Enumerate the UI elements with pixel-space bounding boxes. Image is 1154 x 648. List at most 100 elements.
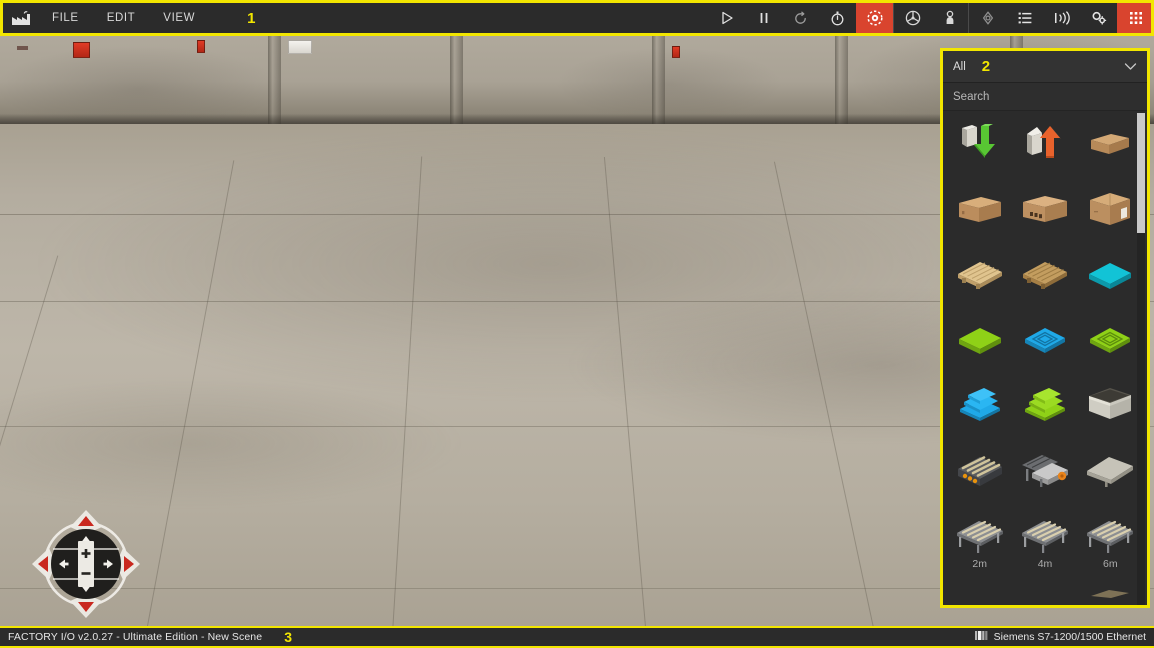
- wall-mark: [17, 46, 28, 50]
- wood-pallet-dark-icon: [1017, 250, 1073, 298]
- floor-seam: [136, 160, 234, 626]
- cardboard-box-vented-icon: [1017, 185, 1073, 233]
- palette-item-box-small[interactable]: [1078, 117, 1143, 182]
- app-info-text: FACTORY I/O v2.0.27 - Ultimate Edition -…: [8, 631, 263, 643]
- palette-item-partial[interactable]: [947, 572, 1012, 605]
- palette-item-pallet-green-nested[interactable]: [1078, 312, 1143, 377]
- palette-item-roller-table-6m[interactable]: 6m: [1078, 507, 1143, 572]
- timescale-button[interactable]: [819, 0, 856, 36]
- palette-item-label: 4m: [1037, 558, 1053, 570]
- wood-pallet-light-icon: [952, 250, 1008, 298]
- roller-conveyor-icon: [952, 445, 1008, 493]
- belt-conveyor-motor-icon: [1017, 445, 1073, 493]
- palette-item-pallet-stack-green[interactable]: [1012, 377, 1077, 442]
- plastic-pallet-cyan-icon: [1082, 250, 1138, 298]
- fire-extinguisher-box: [672, 46, 680, 58]
- toolbar: [708, 0, 1154, 36]
- flat-plate-icon: [1082, 445, 1138, 493]
- plastic-pallet-green-nested-icon: [1082, 315, 1138, 363]
- wall-pillar: [450, 36, 463, 124]
- palette-items-grid: 2m 4m 6m: [943, 111, 1147, 605]
- drivers-button[interactable]: [1080, 0, 1117, 36]
- navigation-gizmo[interactable]: [26, 504, 140, 618]
- palette-scrollbar-thumb[interactable]: [1137, 113, 1145, 233]
- floor-seam: [388, 156, 422, 626]
- palette-items-scroll-area[interactable]: 2m 4m 6m: [943, 111, 1147, 605]
- palette-item-remover[interactable]: [1012, 117, 1077, 182]
- palette-item-partial[interactable]: [1012, 572, 1077, 605]
- palette-item-label: 6m: [1103, 558, 1118, 570]
- roller-table-icon: [1082, 510, 1138, 558]
- palette-item-flat-plate[interactable]: [1078, 442, 1143, 507]
- palette-item-pallet-cyan[interactable]: [1078, 247, 1143, 312]
- palette-item-pallet-green[interactable]: [947, 312, 1012, 377]
- palette-panel: All 2 Search 2m 4m 6m: [940, 48, 1150, 608]
- palette-item-partial[interactable]: [1078, 572, 1143, 605]
- palette-item-pallet-dark[interactable]: [1012, 247, 1077, 312]
- palette-scrollbar[interactable]: [1137, 113, 1145, 605]
- scene-list-button[interactable]: [1006, 0, 1043, 36]
- play-button[interactable]: [708, 0, 745, 36]
- wall-panel: [288, 40, 312, 54]
- cardboard-box-medium-icon: [952, 185, 1008, 233]
- plastic-crate-icon: [1082, 380, 1138, 428]
- pallet-stack-green-icon: [1017, 380, 1073, 428]
- palette-toggle-button[interactable]: [1117, 0, 1154, 36]
- floor-seam: [603, 156, 651, 626]
- io-signals-button[interactable]: [1043, 0, 1080, 36]
- menu-file[interactable]: FILE: [38, 0, 93, 36]
- fire-extinguisher-box: [197, 40, 205, 53]
- roller-table-icon: [1017, 510, 1073, 558]
- cardboard-box-small-icon: [1082, 120, 1138, 168]
- driver-name-text: Siemens S7-1200/1500 Ethernet: [993, 631, 1146, 643]
- palette-item-crate-plastic[interactable]: [1078, 377, 1143, 442]
- remover-orange-arrow-icon: [1017, 120, 1073, 168]
- menu-edit[interactable]: EDIT: [93, 0, 150, 36]
- cardboard-box-large-icon: [1082, 185, 1138, 233]
- palette-item-belt-conveyor[interactable]: [1012, 442, 1077, 507]
- palette-item-emitter[interactable]: [947, 117, 1012, 182]
- palette-filter-label: All: [953, 60, 966, 73]
- fire-extinguisher-box: [73, 42, 90, 58]
- wall-pillar: [835, 36, 848, 124]
- search-input[interactable]: Search: [943, 83, 1147, 111]
- driver-signal-icon: [974, 628, 988, 646]
- palette-filter-dropdown[interactable]: All 2: [943, 51, 1147, 83]
- chevron-down-icon: [1124, 58, 1137, 76]
- menu-view[interactable]: VIEW: [149, 0, 209, 36]
- palette-item-box-vented[interactable]: [1012, 182, 1077, 247]
- pallet-stack-blue-icon: [952, 380, 1008, 428]
- floor-seam: [773, 161, 885, 626]
- palette-item-label: 2m: [972, 558, 987, 570]
- orbit-camera-button[interactable]: [856, 0, 893, 36]
- annotation-label-2: 2: [981, 58, 991, 75]
- palette-item-roller-table-2m[interactable]: 2m: [947, 507, 1012, 572]
- annotation-label-1: 1: [247, 9, 256, 27]
- wall-pillar: [652, 36, 665, 124]
- wall-pillar: [268, 36, 281, 124]
- first-person-button[interactable]: [931, 0, 968, 36]
- fly-camera-button[interactable]: [894, 0, 931, 36]
- partial-item-icon: [1082, 587, 1138, 605]
- factory-icon[interactable]: [4, 0, 38, 36]
- roller-table-icon: [952, 510, 1008, 558]
- annotation-label-3: 3: [284, 629, 292, 645]
- palette-item-pallet-blue-nested[interactable]: [1012, 312, 1077, 377]
- plastic-pallet-green-icon: [952, 315, 1008, 363]
- plastic-pallet-blue-nested-icon: [1017, 315, 1073, 363]
- palette-item-roller-conveyor[interactable]: [947, 442, 1012, 507]
- status-bar: FACTORY I/O v2.0.27 - Ultimate Edition -…: [0, 626, 1154, 648]
- palette-item-pallet-stack-blue[interactable]: [947, 377, 1012, 442]
- palette-item-box-medium[interactable]: [947, 182, 1012, 247]
- gizmo-button[interactable]: [969, 0, 1006, 36]
- factory-io-window: FILE EDIT VIEW 1 All 2 Search 2m 4m 6m F…: [0, 0, 1154, 648]
- driver-status[interactable]: Siemens S7-1200/1500 Ethernet: [974, 628, 1146, 646]
- reset-button[interactable]: [782, 0, 819, 36]
- emitter-green-arrow-icon: [952, 120, 1008, 168]
- palette-item-pallet-light[interactable]: [947, 247, 1012, 312]
- palette-item-box-large[interactable]: [1078, 182, 1143, 247]
- top-menu-bar: FILE EDIT VIEW 1: [0, 0, 1154, 36]
- pause-button[interactable]: [745, 0, 782, 36]
- search-placeholder: Search: [953, 90, 990, 103]
- palette-item-roller-table-4m[interactable]: 4m: [1012, 507, 1077, 572]
